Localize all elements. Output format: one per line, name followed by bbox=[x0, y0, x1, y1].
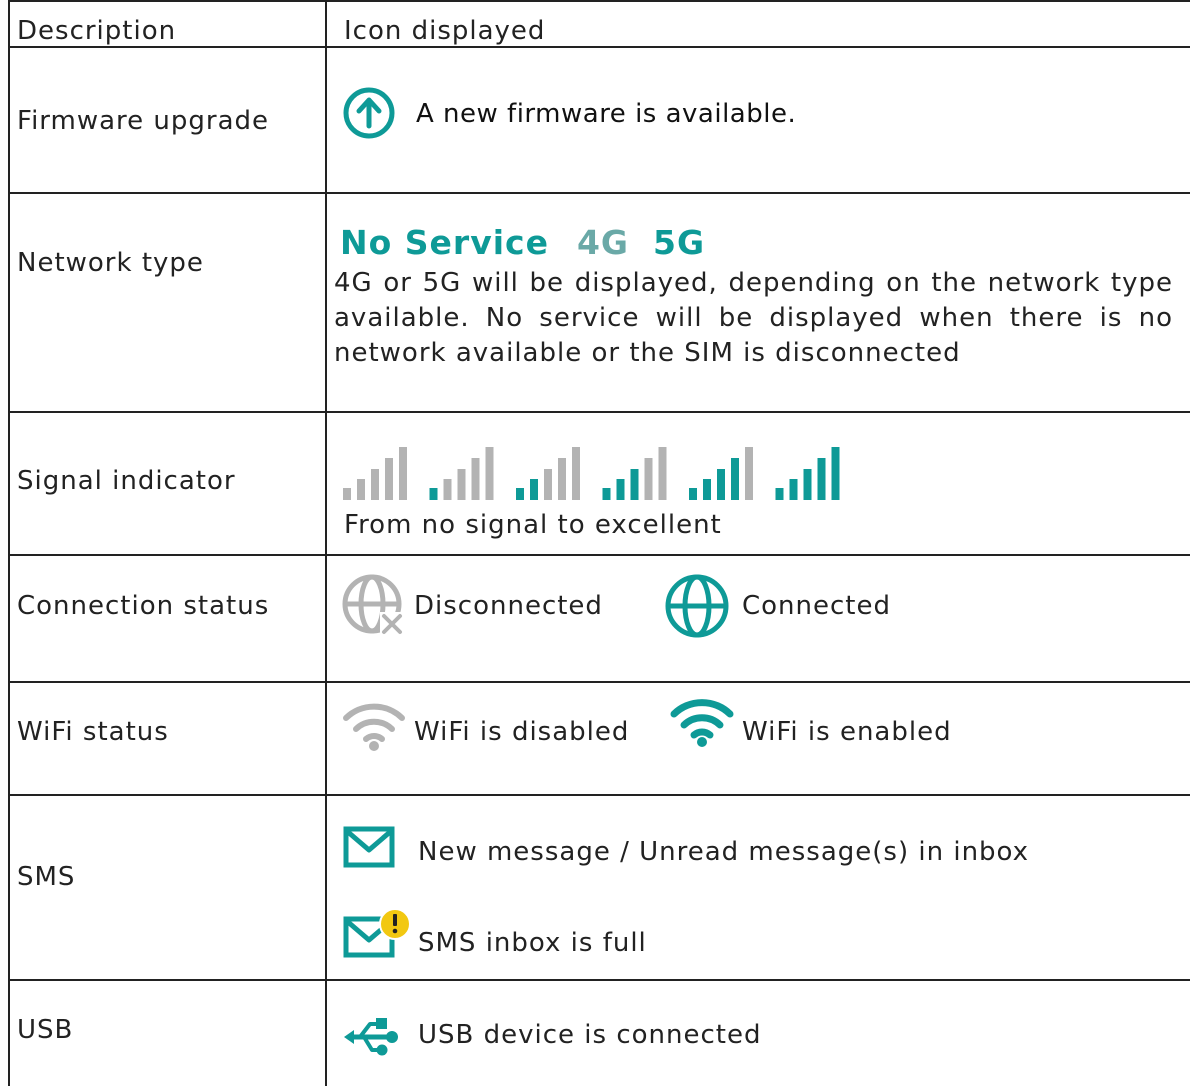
signal-label: Signal indicator bbox=[17, 466, 236, 496]
row-divider bbox=[8, 681, 1190, 683]
signal-text: From no signal to excellent bbox=[344, 510, 722, 540]
column-divider bbox=[325, 0, 327, 1086]
firmware-text: A new firmware is available. bbox=[416, 99, 797, 129]
signal-level-2-icon bbox=[516, 447, 580, 500]
signal-bar bbox=[717, 469, 725, 500]
network-description: 4G or 5G will be displayed, depending on… bbox=[334, 268, 1173, 368]
wifi-label: WiFi status bbox=[17, 717, 169, 747]
signal-bar bbox=[371, 469, 379, 500]
signal-bar bbox=[831, 447, 840, 500]
row-divider bbox=[8, 794, 1190, 796]
usb-text: USB device is connected bbox=[418, 1020, 762, 1050]
firmware-label: Firmware upgrade bbox=[17, 106, 270, 136]
signal-strength-icons bbox=[343, 447, 840, 500]
signal-bar bbox=[443, 479, 452, 500]
signal-bar bbox=[745, 447, 753, 500]
disconnected-text: Disconnected bbox=[414, 591, 603, 621]
no-service-badge: No Service bbox=[340, 223, 549, 262]
wifi-disabled-icon bbox=[343, 703, 405, 751]
signal-bar bbox=[385, 458, 393, 500]
inbox-full-text: SMS inbox is full bbox=[418, 928, 647, 958]
signal-bar bbox=[399, 447, 407, 500]
5g-badge: 5G bbox=[653, 223, 706, 262]
table-border-top bbox=[8, 0, 1190, 2]
network-label: Network type bbox=[17, 248, 204, 278]
wifi-disabled-text: WiFi is disabled bbox=[414, 717, 630, 747]
signal-bar bbox=[357, 479, 365, 500]
globe-connected-icon bbox=[665, 574, 729, 638]
signal-bar bbox=[572, 447, 580, 500]
signal-bar bbox=[343, 488, 351, 500]
signal-bar bbox=[775, 488, 784, 500]
wifi-enabled-icon bbox=[670, 699, 734, 747]
signal-bar bbox=[731, 458, 739, 500]
signal-level-5-icon bbox=[775, 447, 840, 500]
4g-badge: 4G bbox=[576, 223, 630, 262]
row-divider bbox=[8, 554, 1190, 556]
header-icon-displayed: Icon displayed bbox=[344, 16, 546, 46]
signal-bar bbox=[544, 469, 552, 500]
signal-bar bbox=[558, 458, 566, 500]
signal-level-3-icon bbox=[602, 447, 667, 500]
table-border-left bbox=[8, 0, 10, 1086]
row-divider bbox=[8, 192, 1190, 194]
signal-bar bbox=[630, 469, 639, 500]
row-divider bbox=[8, 411, 1190, 413]
signal-bar bbox=[471, 458, 480, 500]
signal-bar bbox=[457, 469, 466, 500]
signal-bar bbox=[616, 479, 625, 500]
signal-level-0-icon bbox=[343, 447, 407, 500]
signal-bar bbox=[516, 488, 524, 500]
signal-level-4-icon bbox=[689, 447, 753, 500]
signal-level-1-icon bbox=[429, 447, 494, 500]
globe-disconnected-icon bbox=[342, 574, 408, 640]
signal-bar bbox=[817, 458, 826, 500]
signal-bar bbox=[803, 469, 812, 500]
signal-bar bbox=[429, 488, 438, 500]
connection-label: Connection status bbox=[17, 591, 270, 621]
signal-bar bbox=[789, 479, 798, 500]
usb-label: USB bbox=[17, 1015, 74, 1045]
new-message-text: New message / Unread message(s) in inbox bbox=[418, 837, 1030, 867]
signal-bar bbox=[689, 488, 697, 500]
header-description: Description bbox=[17, 16, 177, 46]
wifi-enabled-text: WiFi is enabled bbox=[742, 717, 952, 747]
signal-bar bbox=[644, 458, 653, 500]
envelope-warning-icon bbox=[343, 908, 411, 958]
connected-text: Connected bbox=[742, 591, 892, 621]
signal-bar bbox=[703, 479, 711, 500]
signal-bar bbox=[530, 479, 538, 500]
envelope-icon bbox=[343, 826, 395, 868]
sms-label: SMS bbox=[17, 862, 76, 892]
row-divider bbox=[8, 46, 1190, 48]
network-type-badges: No Service 4G 5G bbox=[340, 226, 705, 259]
signal-bar bbox=[485, 447, 494, 500]
usb-icon bbox=[344, 1018, 398, 1056]
signal-bar bbox=[658, 447, 667, 500]
firmware-upgrade-icon bbox=[343, 87, 395, 139]
signal-bar bbox=[602, 488, 611, 500]
row-divider bbox=[8, 979, 1190, 981]
